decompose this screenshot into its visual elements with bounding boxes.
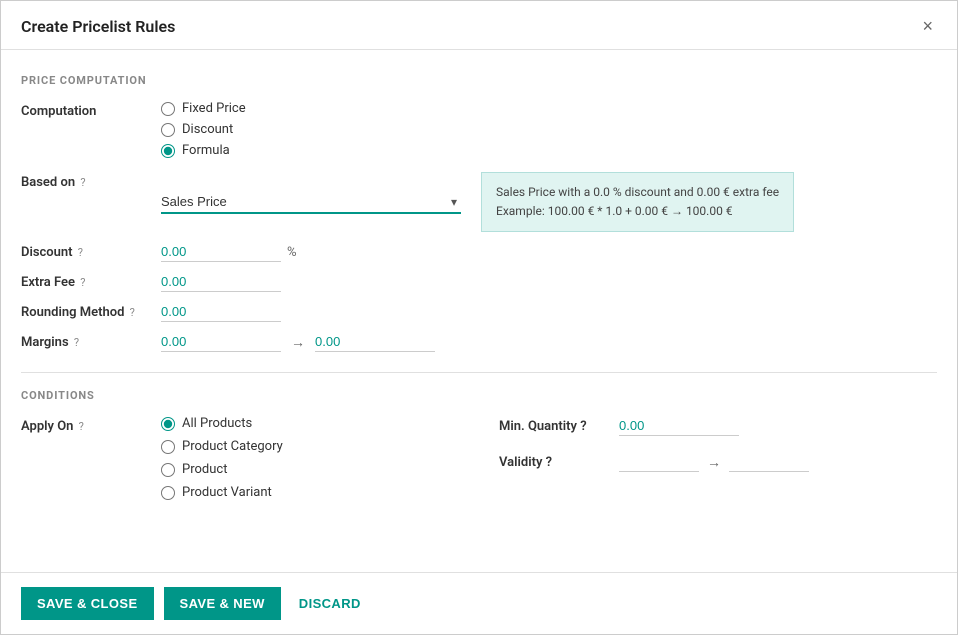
discount-radio[interactable] — [161, 123, 175, 137]
apply-on-radios: All Products Product Category Product — [161, 416, 283, 500]
rounding-method-input[interactable] — [161, 302, 281, 322]
validity-arrow-icon: → — [707, 454, 721, 471]
conditions-label: CONDITIONS — [21, 389, 937, 402]
apply-on-label: Apply On ? — [21, 416, 161, 434]
extra-fee-row: Extra Fee ? — [21, 272, 937, 292]
margins-control: → — [161, 332, 937, 352]
validity-label: Validity ? — [499, 455, 619, 470]
fixed-price-radio[interactable] — [161, 102, 175, 116]
min-quantity-row: Min. Quantity ? — [499, 416, 937, 436]
based-on-control: Sales Price Other Pricelist Cost ▾ Sales… — [161, 172, 937, 232]
min-quantity-input[interactable] — [619, 416, 739, 436]
save-new-button[interactable]: SAVE & NEW — [164, 587, 281, 620]
apply-on-row: Apply On ? All Products — [21, 416, 459, 500]
margins-inputs: → — [161, 332, 435, 352]
discount-row: Discount ? % — [21, 242, 937, 262]
price-computation-section: PRICE COMPUTATION Computation Fixed Pric… — [21, 74, 937, 352]
product-variant-radio[interactable] — [161, 486, 175, 500]
discount-control: % — [161, 242, 937, 262]
discount-field-label: Discount ? — [21, 242, 161, 260]
dialog-footer: SAVE & CLOSE SAVE & NEW DISCARD — [1, 572, 957, 634]
product-category-radio[interactable] — [161, 440, 175, 454]
margins-to-input[interactable] — [315, 332, 435, 352]
product-category-label: Product Category — [182, 439, 283, 454]
margins-label: Margins ? — [21, 332, 161, 350]
rounding-method-label: Rounding Method ? — [21, 302, 161, 320]
computation-options: Fixed Price Discount Formula — [161, 101, 937, 158]
based-on-row: Based on ? Sales Price Other Pricelist C… — [21, 172, 937, 232]
fixed-price-label: Fixed Price — [182, 101, 246, 116]
discount-input[interactable] — [161, 242, 281, 262]
close-button[interactable]: × — [918, 15, 937, 37]
discard-button[interactable]: DISCARD — [291, 587, 369, 620]
formula-label: Formula — [182, 143, 230, 158]
dialog-title: Create Pricelist Rules — [21, 17, 175, 36]
product-radio[interactable] — [161, 463, 175, 477]
dialog-body: PRICE COMPUTATION Computation Fixed Pric… — [1, 50, 957, 572]
conditions-right-column: Min. Quantity ? Validity ? → — [499, 416, 937, 510]
discount-label: Discount — [182, 122, 233, 137]
extra-fee-input[interactable] — [161, 272, 281, 292]
margins-from-input[interactable] — [161, 332, 281, 352]
validity-to-input[interactable] — [729, 452, 809, 472]
based-on-select-wrapper: Sales Price Other Pricelist Cost ▾ — [161, 191, 461, 214]
fixed-price-option[interactable]: Fixed Price — [161, 101, 246, 116]
create-pricelist-dialog: Create Pricelist Rules × PRICE COMPUTATI… — [0, 0, 958, 635]
formula-radio[interactable] — [161, 144, 175, 158]
validity-row: Validity ? → — [499, 452, 937, 472]
based-on-select[interactable]: Sales Price Other Pricelist Cost — [161, 191, 461, 214]
margins-row: Margins ? → — [21, 332, 937, 352]
info-line2: Example: 100.00 € * 1.0 + 0.00 € → 100.0… — [496, 202, 779, 221]
margins-help[interactable]: ? — [74, 336, 79, 349]
discount-help[interactable]: ? — [78, 246, 83, 259]
product-variant-label: Product Variant — [182, 485, 272, 500]
dialog-header: Create Pricelist Rules × — [1, 1, 957, 50]
rounding-method-row: Rounding Method ? — [21, 302, 937, 322]
discount-option[interactable]: Discount — [161, 122, 246, 137]
apply-on-control: All Products Product Category Product — [161, 416, 459, 500]
extra-fee-help[interactable]: ? — [80, 276, 85, 289]
product-variant-option[interactable]: Product Variant — [161, 485, 283, 500]
validity-from-input[interactable] — [619, 452, 699, 472]
rounding-help[interactable]: ? — [130, 306, 135, 319]
save-close-button[interactable]: SAVE & CLOSE — [21, 587, 154, 620]
conditions-section: CONDITIONS Apply On ? All P — [21, 389, 937, 510]
price-computation-label: PRICE COMPUTATION — [21, 74, 937, 87]
section-divider — [21, 372, 937, 373]
product-category-option[interactable]: Product Category — [161, 439, 283, 454]
rounding-method-control — [161, 302, 937, 322]
product-option[interactable]: Product — [161, 462, 283, 477]
info-line1: Sales Price with a 0.0 % discount and 0.… — [496, 183, 779, 202]
extra-fee-control — [161, 272, 937, 292]
info-box: Sales Price with a 0.0 % discount and 0.… — [481, 172, 794, 232]
validity-help[interactable]: ? — [546, 455, 552, 470]
extra-fee-label: Extra Fee ? — [21, 272, 161, 290]
discount-suffix: % — [287, 245, 297, 260]
min-quantity-label: Min. Quantity ? — [499, 419, 619, 434]
margins-arrow-icon: → — [291, 334, 305, 351]
formula-option[interactable]: Formula — [161, 143, 246, 158]
apply-on-column: Apply On ? All Products — [21, 416, 459, 510]
apply-on-help[interactable]: ? — [79, 420, 84, 433]
computation-label: Computation — [21, 101, 161, 119]
product-label: Product — [182, 462, 227, 477]
computation-row: Computation Fixed Price Discount — [21, 101, 937, 158]
based-on-help[interactable]: ? — [80, 176, 85, 189]
all-products-radio[interactable] — [161, 417, 175, 431]
computation-radio-group: Fixed Price Discount Formula — [161, 101, 246, 158]
conditions-grid: Apply On ? All Products — [21, 416, 937, 510]
min-quantity-help[interactable]: ? — [580, 419, 586, 434]
all-products-option[interactable]: All Products — [161, 416, 283, 431]
all-products-label: All Products — [182, 416, 252, 431]
based-on-label: Based on ? — [21, 172, 161, 190]
